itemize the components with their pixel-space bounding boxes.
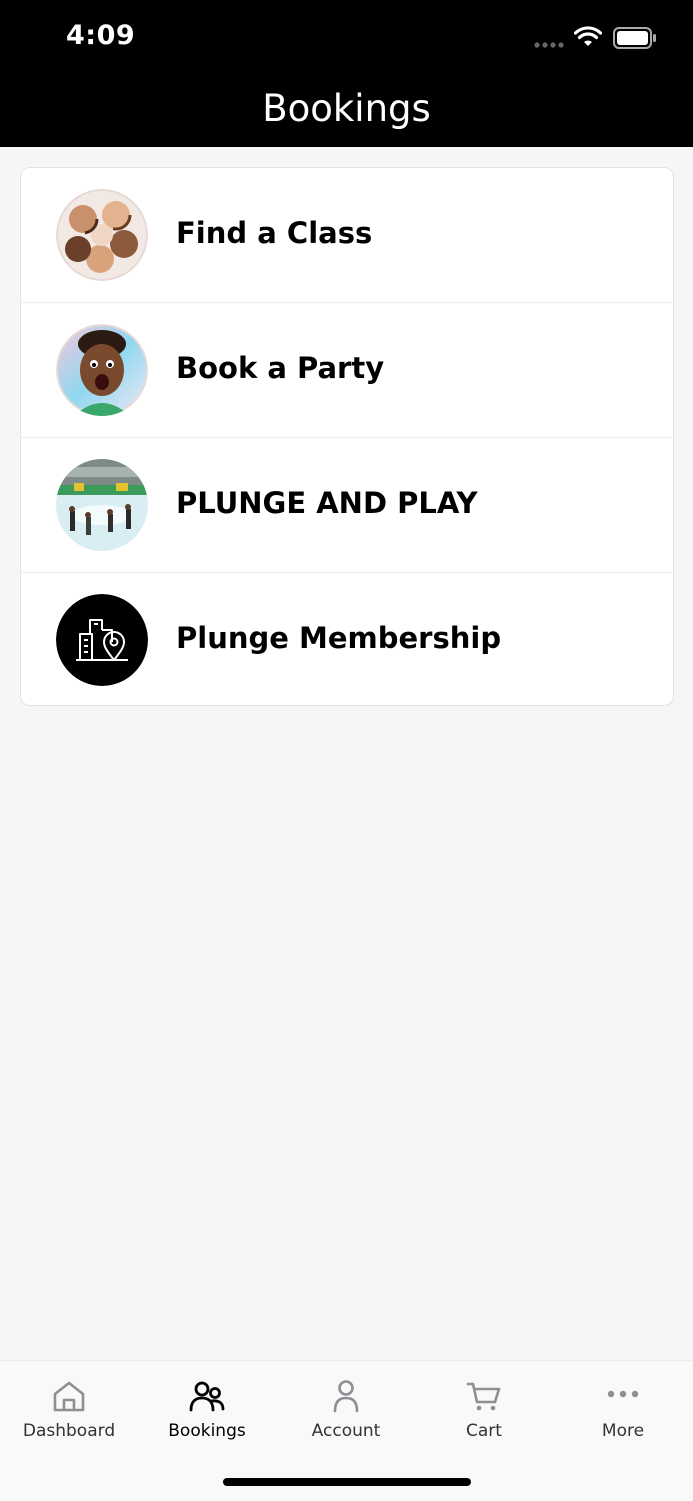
bookings-menu-card: Find a Class Book a Party PLUNGE AND PLA… <box>20 167 674 706</box>
menu-item-plunge-and-play[interactable]: PLUNGE AND PLAY <box>21 438 673 573</box>
menu-item-label: Plunge Membership <box>176 621 502 655</box>
tab-label: More <box>601 1421 645 1441</box>
home-indicator <box>223 1478 471 1486</box>
tab-label: Bookings <box>168 1421 246 1441</box>
status-time: 4:09 <box>66 20 136 51</box>
menu-item-label: PLUNGE AND PLAY <box>176 486 478 520</box>
pool-play-photo <box>56 459 148 551</box>
menu-item-plunge-membership[interactable]: Plunge Membership <box>21 573 673 705</box>
more-dots-icon <box>607 1390 639 1398</box>
menu-item-find-a-class[interactable]: Find a Class <box>21 168 673 303</box>
tab-dashboard[interactable]: Dashboard <box>0 1361 138 1461</box>
tab-label: Cart <box>466 1421 502 1441</box>
tab-label: Dashboard <box>22 1421 116 1441</box>
tab-cart[interactable]: Cart <box>415 1361 553 1461</box>
home-icon <box>53 1381 85 1412</box>
cart-icon <box>466 1382 501 1411</box>
excited-child-photo <box>56 324 148 416</box>
cellular-signal-icon <box>534 42 564 48</box>
menu-item-label: Find a Class <box>176 216 373 250</box>
tab-more[interactable]: More <box>554 1361 692 1461</box>
navigation-header: Bookings <box>0 75 693 147</box>
wifi-icon <box>574 26 602 46</box>
people-icon <box>189 1381 225 1412</box>
menu-item-label: Book a Party <box>176 351 385 385</box>
battery-icon <box>613 27 656 49</box>
tab-label: Account <box>311 1421 381 1441</box>
page-title: Bookings <box>262 87 431 130</box>
tab-bookings[interactable]: Bookings <box>138 1361 276 1461</box>
person-icon <box>333 1380 359 1413</box>
kids-group-photo <box>56 189 148 281</box>
tab-account[interactable]: Account <box>277 1361 415 1461</box>
menu-item-book-a-party[interactable]: Book a Party <box>21 303 673 438</box>
status-bar: 4:09 <box>0 0 693 75</box>
building-location-icon <box>56 594 148 686</box>
